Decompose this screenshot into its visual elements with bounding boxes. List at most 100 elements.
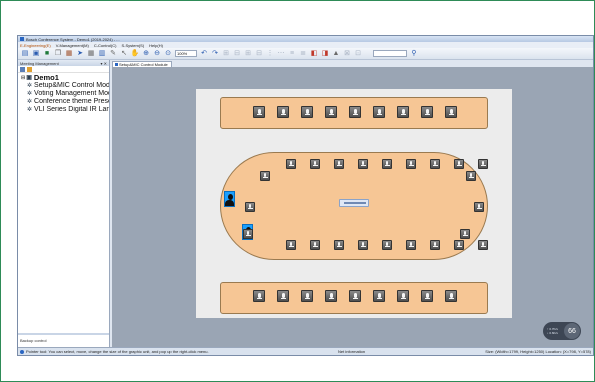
menu-engineering[interactable]: E-Engineering(E) (20, 43, 51, 48)
mic-oval-bottom-6[interactable] (406, 240, 416, 250)
mic-bottom-7[interactable] (397, 290, 409, 302)
align-center-icon[interactable]: ⊟ (233, 50, 241, 58)
mic-bottom-4[interactable] (325, 290, 337, 302)
panel-pin-icon[interactable]: ▾ ✕ (101, 61, 107, 66)
mic-oval-top-4[interactable] (358, 159, 368, 169)
send-back-icon[interactable]: ◨ (321, 50, 329, 58)
new-icon[interactable]: ▤ (21, 50, 29, 58)
properties-icon[interactable] (20, 66, 25, 72)
zoom-select[interactable]: 100% (175, 50, 197, 57)
chairman-avatar[interactable] (224, 191, 235, 207)
mic-oval-top-2[interactable] (310, 159, 320, 169)
mic-oval-bottom-7[interactable] (430, 240, 440, 250)
network-speed-widget[interactable]: ↑ 0.7K/s ↓ 0.6K/s 66 (543, 322, 581, 340)
mic-top-1[interactable] (253, 106, 265, 118)
undo-icon[interactable]: ↶ (200, 50, 208, 58)
mic-oval-bottom-1[interactable] (286, 240, 296, 250)
pointer-icon[interactable]: ↖ (120, 50, 128, 58)
mic-oval-bottom-3[interactable] (334, 240, 344, 250)
tree-item-voting[interactable]: ✲ Voting Management Module (21, 90, 109, 98)
mic-oval-bottom-8[interactable] (454, 240, 464, 250)
same-height-icon[interactable]: ≣ (299, 50, 307, 58)
zoom-out-icon[interactable]: ⊖ (153, 50, 161, 58)
search-icon[interactable]: ⚲ (410, 50, 418, 58)
download-speed: ↓ 0.6K/s (547, 331, 558, 335)
mic-top-9[interactable] (445, 106, 457, 118)
grid-icon[interactable]: ▦ (87, 50, 95, 58)
search-input[interactable] (373, 50, 407, 57)
mic-bottom-8[interactable] (421, 290, 433, 302)
align-right-icon[interactable]: ⊞ (244, 50, 252, 58)
mic-oval-left-1[interactable] (260, 171, 270, 181)
collapse-icon[interactable]: ⊟ (21, 74, 25, 82)
menu-help[interactable]: Help(H) (149, 43, 163, 48)
mic-oval-top-9[interactable] (478, 159, 488, 169)
mic-bottom-6[interactable] (373, 290, 385, 302)
mic-top-4[interactable] (325, 106, 337, 118)
tree-item-vli-ir[interactable]: ✲ VLI Series Digital IR Language (21, 106, 109, 114)
mic-bottom-9[interactable] (445, 290, 457, 302)
usage-circle: 66 (564, 323, 580, 339)
project-icon: ▣ (26, 75, 32, 81)
folder-icon[interactable] (27, 66, 32, 72)
mic-oval-top-7[interactable] (430, 159, 440, 169)
mic-oval-right-1[interactable] (466, 171, 476, 181)
toolbar: ▤ ▣ ■ ❐ ▦ ➤ ▦ ▥ ✎ ↖ ✋ ⊕ ⊖ ⊙ 100% ↶ ↷ ⊞ ⊟… (18, 48, 593, 60)
open-icon[interactable]: ▣ (32, 50, 40, 58)
mic-bottom-3[interactable] (301, 290, 313, 302)
mic-top-7[interactable] (397, 106, 409, 118)
mic-top-2[interactable] (277, 106, 289, 118)
distribute-v-icon[interactable]: ⋯ (277, 50, 285, 58)
mic-oval-top-3[interactable] (334, 159, 344, 169)
bring-front-icon[interactable]: ◧ (310, 50, 318, 58)
mic-bottom-1[interactable] (253, 290, 265, 302)
layout-page[interactable] (196, 89, 512, 318)
lock-icon[interactable]: ▲ (332, 50, 340, 58)
arrow-icon[interactable]: ➤ (76, 50, 84, 58)
redo-icon[interactable]: ↷ (211, 50, 219, 58)
menu-management[interactable]: V-Management(M) (56, 43, 89, 48)
mic-oval-top-8[interactable] (454, 159, 464, 169)
mic-oval-bottom-5[interactable] (382, 240, 392, 250)
menu-control[interactable]: C-Control(C) (94, 43, 117, 48)
ungroup-icon[interactable]: ⊡ (354, 50, 362, 58)
hand-icon[interactable]: ✋ (131, 50, 140, 58)
mic-oval-top-5[interactable] (382, 159, 392, 169)
mic-top-3[interactable] (301, 106, 313, 118)
mic-oval-top-1[interactable] (286, 159, 296, 169)
tree-root[interactable]: ⊟ ▣ Demo1 (21, 74, 109, 82)
zoom-in-icon[interactable]: ⊕ (142, 50, 150, 58)
mic-top-5[interactable] (349, 106, 361, 118)
central-unit[interactable] (339, 199, 369, 207)
mic-oval-left-3[interactable] (243, 229, 253, 239)
align-top-icon[interactable]: ⊟ (255, 50, 263, 58)
tree-item-setup-mic[interactable]: ✲ Setup&MIC Control Module (21, 82, 109, 90)
same-width-icon[interactable]: ≡ (288, 50, 296, 58)
wrench-icon[interactable]: ✎ (109, 50, 117, 58)
status-bar: Pointer tool: You can select, move, chan… (18, 347, 593, 355)
align-left-icon[interactable]: ⊞ (222, 50, 230, 58)
mic-oval-top-6[interactable] (406, 159, 416, 169)
paste-icon[interactable]: ▦ (65, 50, 73, 58)
copy-icon[interactable]: ❐ (54, 50, 62, 58)
mic-oval-bottom-9[interactable] (478, 240, 488, 250)
mic-bottom-5[interactable] (349, 290, 361, 302)
group-icon[interactable]: ⊠ (343, 50, 351, 58)
mic-oval-left-2[interactable] (245, 202, 255, 212)
save-icon[interactable]: ■ (43, 50, 51, 58)
design-canvas[interactable] (112, 67, 593, 349)
mic-oval-right-3[interactable] (460, 229, 470, 239)
tree-item-conference-theme[interactable]: ✲ Conference theme Presentation (21, 98, 109, 106)
mic-oval-right-2[interactable] (474, 202, 484, 212)
mic-oval-bottom-2[interactable] (310, 240, 320, 250)
mic-bottom-2[interactable] (277, 290, 289, 302)
panel-splitter[interactable] (18, 333, 109, 335)
mic-top-6[interactable] (373, 106, 385, 118)
tree-item-label: VLI Series Digital IR Language (34, 106, 109, 113)
table-icon[interactable]: ▥ (98, 50, 106, 58)
menu-system[interactable]: S-System(S) (121, 43, 144, 48)
zoom-fit-icon[interactable]: ⊙ (164, 50, 172, 58)
mic-top-8[interactable] (421, 106, 433, 118)
mic-oval-bottom-4[interactable] (358, 240, 368, 250)
distribute-h-icon[interactable]: ⋮ (266, 50, 274, 58)
